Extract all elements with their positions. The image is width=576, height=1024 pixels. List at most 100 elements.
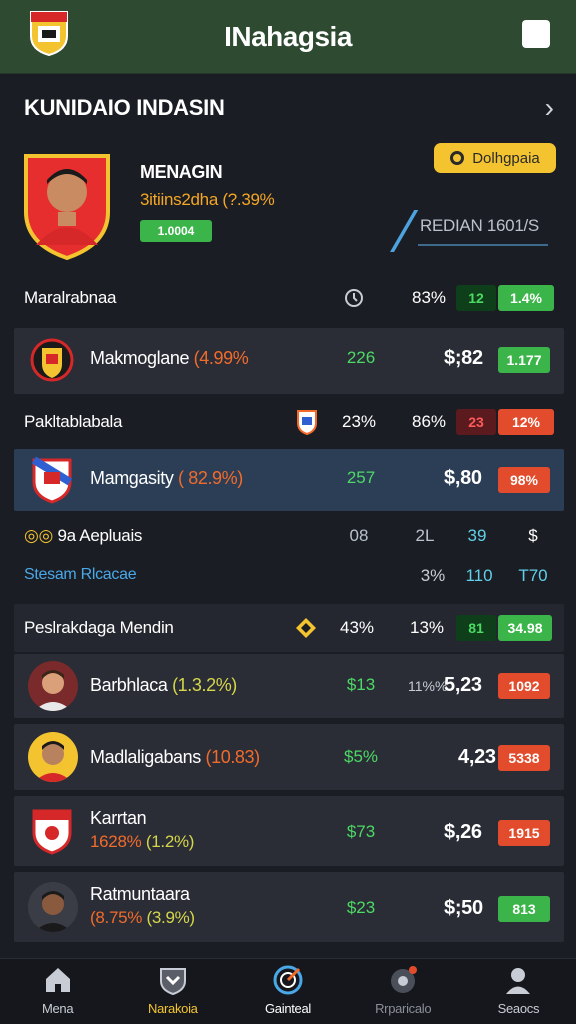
avatar <box>28 661 78 711</box>
card-change: ( 82.9%) <box>178 468 243 488</box>
filter-chip-label: Dolhgpaia <box>472 149 540 167</box>
card-title: Mamgasity ( 82.9%) <box>90 468 243 489</box>
table-row[interactable]: Peslrakdaga Mendin 43% 13% 81 34.98 <box>14 604 564 652</box>
card-pct: 257 <box>346 468 376 487</box>
stats-cell: 3% <box>420 566 446 585</box>
chevron-right-icon[interactable]: › <box>545 94 554 122</box>
player-pct: $73 <box>346 822 376 841</box>
section-header[interactable]: KUNIDAIO INDASIN › <box>24 92 554 124</box>
player-name: Ratmuntaara <box>90 884 190 904</box>
player-change-secondary: (1.2%) <box>145 832 195 851</box>
stats-link[interactable]: Stesam Rlcacae <box>24 566 137 584</box>
card-pill: 1.177 <box>498 347 550 373</box>
window-icon[interactable] <box>522 20 550 48</box>
player-change: 1628% <box>90 832 142 851</box>
row-label: Maralrabnaa <box>24 288 117 307</box>
list-item-selected[interactable]: Mamgasity ( 82.9%) 257 $,80 98% <box>14 449 564 511</box>
player-value: 4,23 <box>458 746 496 768</box>
player-name: MENAGIN <box>140 162 223 182</box>
row-cell: 86% <box>411 412 447 431</box>
nav-label: Narakoia <box>147 1001 198 1016</box>
row-cell: 13% <box>409 618 445 637</box>
card-pct: 226 <box>346 348 376 367</box>
card-title: Makmoglane (4.99% <box>90 348 249 369</box>
nav-item-gainteal[interactable]: Gainteal <box>230 959 345 1024</box>
shield-icon <box>159 968 186 995</box>
row-pill: 12% <box>498 409 554 435</box>
stats-cell: 08 <box>349 526 369 545</box>
club-crest-icon <box>31 456 73 504</box>
nav-item-rrparicalo[interactable]: Rrparicalo <box>346 959 461 1024</box>
stats-cell: T70 <box>518 566 548 585</box>
section-title: KUNIDAIO INDASIN <box>24 95 225 120</box>
bottom-nav: Mena Narakoia Gainteal Rrparicalo Seaocs <box>0 958 576 1024</box>
target-icon <box>273 965 303 995</box>
player-value: $,26 <box>444 821 482 843</box>
list-item[interactable]: Makmoglane (4.99% 226 $;82 1.177 <box>14 328 564 394</box>
clock-icon <box>345 289 363 307</box>
player-pill: 1915 <box>498 820 550 846</box>
stat-slash <box>390 210 419 252</box>
hero-stat: REDIAN 1601/S <box>390 210 560 252</box>
card-pill: 98% <box>498 467 550 493</box>
player-shield-icon <box>24 154 110 260</box>
top-bar: INahagsia <box>0 0 576 74</box>
player-name: Madlaligabans <box>90 747 201 767</box>
stats-cell: $ <box>528 526 538 545</box>
player-change: (1.3.2%) <box>172 675 237 695</box>
player-pct: $13 <box>346 675 376 694</box>
nav-item-narakoia[interactable]: Narakoia <box>115 959 230 1024</box>
player-subtitle: 3itiins2dha (?.39% <box>140 190 275 209</box>
player-change: (10.83) <box>205 747 261 767</box>
nav-item-seaocs[interactable]: Seaocs <box>461 959 576 1024</box>
club-crest-icon <box>32 809 72 855</box>
settings-icon <box>391 966 418 993</box>
stats-row[interactable]: Stesam Rlcacae 3% 110 T70 <box>24 560 564 592</box>
player-name: Barbhlaca <box>90 675 168 695</box>
diamond-icon <box>296 618 316 638</box>
stats-cell: 2L <box>415 526 435 545</box>
row-label: Pakltablabala <box>24 412 123 431</box>
table-row[interactable]: Pakltablabala 23% 86% 23 12% <box>24 406 564 438</box>
row-pill: 1.4% <box>498 285 554 311</box>
row-pill: 12 <box>456 285 496 311</box>
featured-player[interactable]: MENAGIN 3itiins2dha (?.39% 1.0004 Dolhgp… <box>0 140 576 270</box>
nav-label: Seaocs <box>497 1001 540 1016</box>
row-pill: 23 <box>456 409 496 435</box>
stats-row: ◎◎ 9a Aepluais 08 2L 39 $ <box>24 520 564 552</box>
app-title: INahagsia <box>224 20 352 52</box>
player-changes: 1628% (1.2%) <box>90 832 194 852</box>
avatar <box>28 882 78 932</box>
stat-text: REDIAN 1601/S <box>420 216 539 235</box>
player-value: 5,23 <box>444 674 482 696</box>
link-icon: ◎◎ <box>24 526 54 545</box>
table-row[interactable]: Maralrabnaa 83% 12 1.4% <box>24 282 564 314</box>
list-item[interactable]: Madlaligabans (10.83) $5% 4,23 5338 <box>14 724 564 790</box>
row-cell: 83% <box>411 288 447 307</box>
filter-chip[interactable]: Dolhgpaia <box>434 143 556 173</box>
player-pill: 5338 <box>498 745 550 771</box>
card-value: $,80 <box>444 467 482 489</box>
nav-label: Gainteal <box>264 1001 312 1016</box>
row-label: Peslrakdaga Mendin <box>24 618 174 637</box>
card-title: Madlaligabans (10.83) <box>90 747 260 768</box>
list-item[interactable]: Ratmuntaara (8.75% (3.9%) $23 $;50 813 <box>14 872 564 942</box>
stats-cell: 110 <box>465 566 493 585</box>
player-pill: 1092 <box>498 673 550 699</box>
stats-label-text: 9a Aepluais <box>57 526 143 545</box>
crest-icon <box>297 410 317 435</box>
stats-cell: 39 <box>467 526 487 545</box>
card-name: Makmoglane <box>90 348 190 368</box>
player-change-secondary: (3.9%) <box>146 908 196 927</box>
list-item[interactable]: Barbhlaca (1.3.2%) $13 11%% 5,23 1092 <box>14 654 564 718</box>
list-item[interactable]: Karrtan 1628% (1.2%) $73 $,26 1915 <box>14 796 564 866</box>
player-value: $;50 <box>444 897 483 919</box>
row-pill: 34.98 <box>498 615 552 641</box>
team-logo-icon[interactable] <box>28 8 70 56</box>
player-changes: (8.75% (3.9%) <box>90 908 195 928</box>
player-pct: $5% <box>343 747 379 766</box>
card-change: (4.99% <box>193 348 249 368</box>
nav-label: Rrparicalo <box>375 1001 432 1016</box>
nav-item-home[interactable]: Mena <box>0 959 115 1024</box>
nav-label: Mena <box>41 1001 74 1016</box>
